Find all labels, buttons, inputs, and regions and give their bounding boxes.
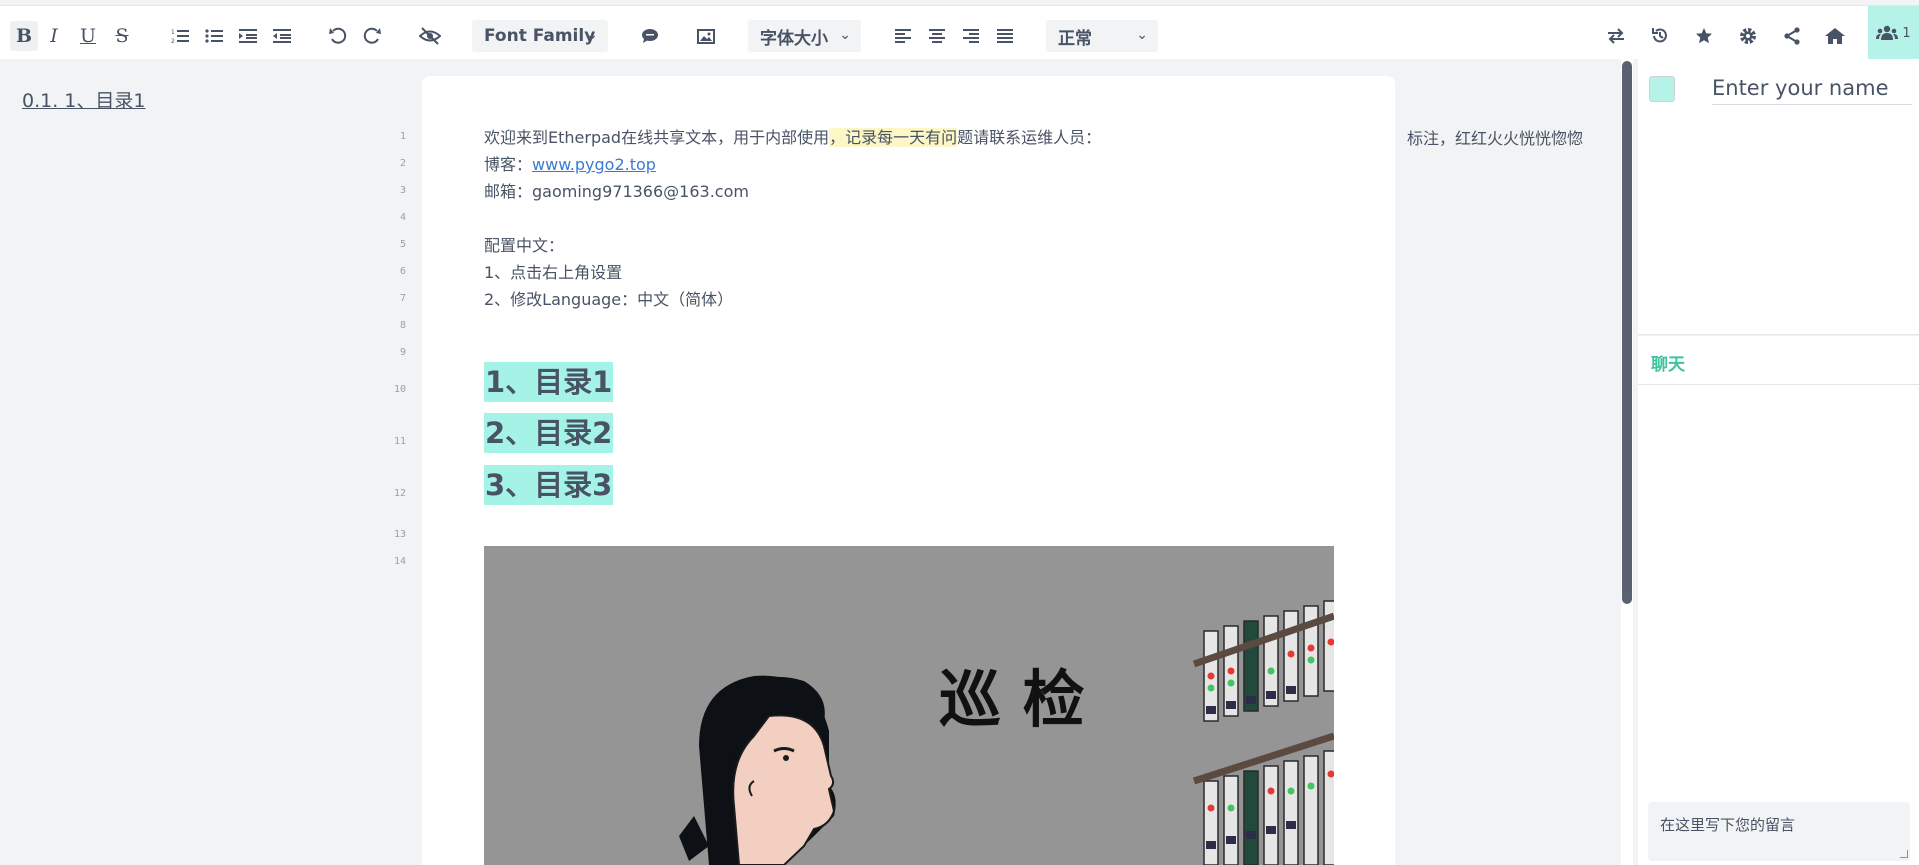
indent-icon[interactable] xyxy=(236,21,260,51)
undo-icon[interactable] xyxy=(326,21,350,51)
paragraph-style-select[interactable]: 正常 ⌄ xyxy=(1046,20,1158,52)
highlighted-text: ，记录每一天有问 xyxy=(829,128,958,147)
line-number: 12 xyxy=(393,488,406,499)
users-icon xyxy=(1876,25,1899,40)
svg-text:1: 1 xyxy=(171,29,175,36)
line-number: 11 xyxy=(393,436,406,447)
users-panel xyxy=(1638,59,1919,335)
share-icon[interactable] xyxy=(1780,21,1804,51)
image-caption: 巡 检 xyxy=(939,663,1085,736)
text-line[interactable]: 欢迎来到Etherpad在线共享文本，用于内部使用，记录每一天有问题请联系运维人… xyxy=(484,124,1101,148)
user-count: 1 xyxy=(1902,25,1911,41)
svg-text:2: 2 xyxy=(171,38,175,44)
resize-handle-icon[interactable] xyxy=(1900,850,1908,858)
line-number: 8 xyxy=(399,320,406,331)
font-family-select[interactable]: Font Family ⌄ xyxy=(472,20,608,52)
chat-title: 聊天 xyxy=(1651,355,1685,375)
line-number: 7 xyxy=(399,293,406,304)
text-line[interactable]: 1、点击右上角设置 xyxy=(484,259,622,283)
home-icon[interactable] xyxy=(1822,21,1848,51)
comment-icon[interactable] xyxy=(638,21,662,51)
line-number: 9 xyxy=(399,347,406,358)
italic-icon[interactable]: I xyxy=(42,21,66,51)
ordered-list-icon[interactable]: 12 xyxy=(168,21,192,51)
toc-entry[interactable]: 0.1. 1、目录1 xyxy=(22,86,145,113)
font-size-label: 字体大小 xyxy=(760,28,828,49)
inspection-illustration: 巡 检 xyxy=(484,546,1334,865)
outdent-icon[interactable] xyxy=(270,21,294,51)
align-left-icon[interactable] xyxy=(892,21,914,51)
redo-icon[interactable] xyxy=(360,21,384,51)
heading-1[interactable]: 1、目录1 xyxy=(484,362,614,402)
line-number: 1 xyxy=(399,131,406,142)
blog-link[interactable]: www.pygo2.top xyxy=(532,155,656,174)
text-line[interactable]: 配置中文： xyxy=(484,232,564,256)
line-number: 2 xyxy=(399,158,406,169)
line-number: 5 xyxy=(399,239,406,250)
history-icon[interactable] xyxy=(1648,21,1672,51)
line-number: 13 xyxy=(393,529,406,540)
font-size-select[interactable]: 字体大小 ⌄ xyxy=(748,20,861,52)
comment-annotation[interactable]: 标注，红红火火恍恍惚惚 xyxy=(1407,125,1583,149)
chevron-down-icon: ⌄ xyxy=(1136,27,1148,43)
text-segment: 欢迎来到Etherpad在线共享文本，用于内部使用 xyxy=(484,128,830,147)
align-center-icon[interactable] xyxy=(926,21,948,51)
line-number: 14 xyxy=(393,556,406,567)
image-icon[interactable] xyxy=(694,21,718,51)
chat-message-input[interactable] xyxy=(1648,802,1910,861)
bold-icon[interactable]: B xyxy=(10,21,38,51)
settings-icon[interactable] xyxy=(1736,21,1760,51)
clear-authorship-icon[interactable] xyxy=(417,21,443,51)
editor-document[interactable]: 欢迎来到Etherpad在线共享文本，用于内部使用，记录每一天有问题请联系运维人… xyxy=(422,76,1395,865)
line-number: 4 xyxy=(399,212,406,223)
user-color-swatch[interactable] xyxy=(1649,76,1675,102)
heading-3[interactable]: 3、目录3 xyxy=(484,465,614,505)
align-justify-icon[interactable] xyxy=(994,21,1016,51)
paragraph-style-label: 正常 xyxy=(1058,28,1092,49)
heading-2[interactable]: 2、目录2 xyxy=(484,413,614,453)
text-line[interactable]: 2、修改Language：中文（简体） xyxy=(484,286,733,310)
chevron-down-icon: ⌄ xyxy=(586,27,598,43)
chat-divider xyxy=(1638,384,1919,385)
chevron-down-icon: ⌄ xyxy=(839,27,851,43)
font-family-label: Font Family xyxy=(484,26,596,46)
text-line[interactable]: 邮箱：gaoming971366@163.com xyxy=(484,178,749,202)
strikethrough-icon[interactable]: S xyxy=(110,21,134,51)
import-export-icon[interactable] xyxy=(1604,21,1628,51)
text-line[interactable]: 博客：www.pygo2.top xyxy=(484,151,656,175)
scrollbar-thumb[interactable] xyxy=(1622,61,1632,604)
blog-label: 博客： xyxy=(484,155,533,174)
line-number: 3 xyxy=(399,185,406,196)
embedded-image[interactable]: 巡 检 xyxy=(484,546,1334,865)
unordered-list-icon[interactable] xyxy=(202,21,226,51)
toolbar: B I U S 12 Font Family ⌄ 字体大小 ⌄ 正常 ⌄ 1 xyxy=(0,5,1919,60)
username-input[interactable] xyxy=(1712,71,1912,105)
chat-panel: 聊天 xyxy=(1638,336,1919,865)
star-icon[interactable] xyxy=(1692,21,1716,51)
line-number: 6 xyxy=(399,266,406,277)
text-segment: 题请联系运维人员： xyxy=(957,128,1102,147)
underline-icon[interactable]: U xyxy=(76,21,100,51)
align-right-icon[interactable] xyxy=(960,21,982,51)
line-number: 10 xyxy=(393,384,406,395)
users-button[interactable]: 1 xyxy=(1868,6,1919,60)
